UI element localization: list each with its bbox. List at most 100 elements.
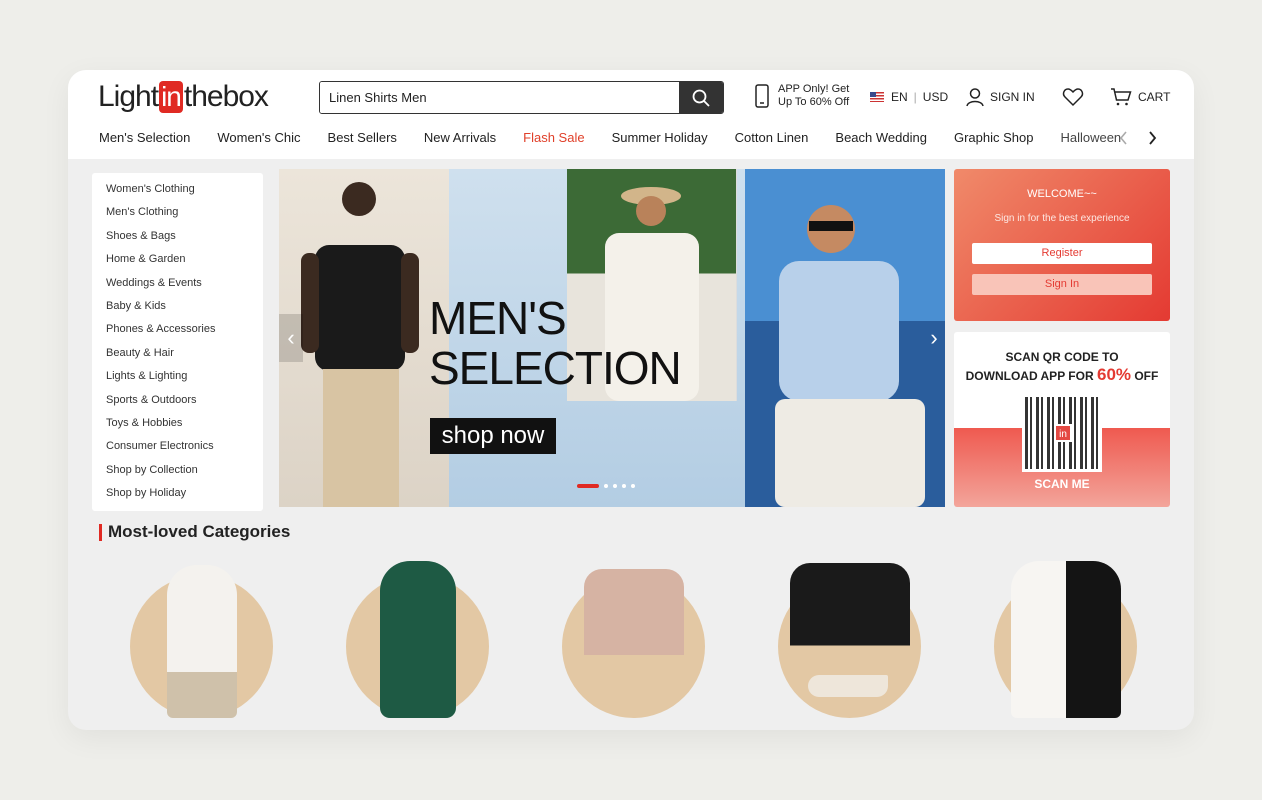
app-promo-line1: APP Only! Get	[778, 83, 850, 95]
sidebar-item-beauty-hair[interactable]: Beauty & Hair	[106, 347, 263, 370]
heart-icon	[1062, 88, 1084, 107]
cart-icon	[1111, 88, 1132, 106]
qr-code-image[interactable]: in	[1022, 394, 1102, 472]
register-button[interactable]: Register	[972, 243, 1152, 264]
chair-image	[583, 569, 684, 701]
model-right-figure	[775, 205, 925, 507]
sidebar-item-shop-by-holiday[interactable]: Shop by Holiday	[106, 487, 263, 510]
sign-in-label: SIGN IN	[990, 90, 1035, 104]
carousel-dot[interactable]	[613, 484, 617, 488]
category-wedding-tile[interactable]	[994, 561, 1137, 718]
us-flag-icon	[870, 92, 884, 102]
search-button[interactable]	[679, 82, 723, 113]
sidebar-item-mens-clothing[interactable]: Men's Clothing	[106, 206, 263, 229]
chevron-right-icon: ›	[930, 325, 938, 350]
search-bar	[319, 81, 724, 114]
divider: |	[913, 90, 917, 104]
welcome-title: WELCOME~~	[1027, 188, 1097, 200]
cart-button[interactable]: CART	[1110, 88, 1170, 106]
nav-scroll-controls	[1118, 130, 1158, 146]
main-nav: Men's Selection Women's Chic Best Seller…	[99, 130, 1148, 145]
phone-icon	[755, 84, 769, 108]
nav-cotton-linen[interactable]: Cotton Linen	[735, 130, 809, 145]
shop-now-button[interactable]: shop now	[430, 418, 556, 454]
sidebar-item-lights-lighting[interactable]: Lights & Lighting	[106, 370, 263, 393]
banner-prev-button[interactable]: ‹	[279, 314, 303, 362]
app-promo-line2: Up To 60% Off	[778, 96, 850, 108]
sidebar-item-baby-kids[interactable]: Baby & Kids	[106, 300, 263, 323]
category-womens-dress-tile[interactable]	[346, 561, 489, 718]
carousel-dot-active[interactable]	[577, 484, 599, 488]
sidebar-item-consumer-electronics[interactable]: Consumer Electronics	[106, 440, 263, 463]
language-currency-selector[interactable]: EN | USD	[870, 90, 948, 104]
model-left-figure	[301, 182, 419, 507]
sidebar-item-shop-by-collection[interactable]: Shop by Collection	[106, 464, 263, 487]
sidebar-item-home-garden[interactable]: Home & Garden	[106, 253, 263, 276]
sidebar-item-womens-clothing[interactable]: Women's Clothing	[106, 183, 263, 206]
search-input[interactable]	[320, 82, 679, 113]
banner-model-left-image	[279, 169, 449, 507]
browser-window: Lightinthebox APP Only! Get Up To 60% Of…	[68, 70, 1194, 730]
carousel-indicators	[577, 484, 635, 488]
banner-title: MEN'S SELECTION	[429, 292, 682, 394]
qr-logo-icon: in	[1054, 424, 1072, 442]
carousel-dot[interactable]	[604, 484, 608, 488]
hero-banner[interactable]: MEN'S SELECTION shop now ‹ ›	[279, 169, 945, 507]
qr-line1: SCAN QR CODE TO	[1005, 350, 1119, 364]
nav-mens-selection[interactable]: Men's Selection	[99, 130, 190, 145]
sign-in-button[interactable]: Sign In	[972, 274, 1152, 295]
chevron-left-icon: ‹	[287, 325, 295, 350]
qr-code-pattern: in	[1025, 397, 1099, 469]
carousel-dot[interactable]	[622, 484, 626, 488]
sidebar-item-phones-accessories[interactable]: Phones & Accessories	[106, 323, 263, 346]
category-sidebar: Women's Clothing Men's Clothing Shoes & …	[92, 173, 263, 511]
chevron-left-icon[interactable]	[1118, 130, 1130, 146]
qr-line2-prefix: DOWNLOAD APP FOR	[965, 369, 1097, 383]
green-dress-image	[379, 561, 456, 718]
nav-graphic-shop[interactable]: Graphic Shop	[954, 130, 1034, 145]
nav-beach-wedding[interactable]: Beach Wedding	[835, 130, 927, 145]
banner-title-line2: SELECTION	[429, 342, 682, 394]
logo-text-in: in	[159, 81, 183, 113]
banner-title-line1: MEN'S	[429, 292, 567, 344]
sidebar-item-shoes-bags[interactable]: Shoes & Bags	[106, 230, 263, 253]
banner-model-right-image	[745, 169, 945, 507]
app-qr-panel: SCAN QR CODE TO DOWNLOAD APP FOR 60% OFF…	[954, 332, 1170, 507]
wishlist-button[interactable]	[1062, 87, 1084, 107]
heading-accent-bar	[99, 523, 102, 541]
language-label: EN	[891, 90, 908, 104]
sign-in-link[interactable]: SIGN IN	[965, 87, 1035, 107]
logo-text-light: Light	[98, 80, 159, 113]
nav-summer-holiday[interactable]: Summer Holiday	[612, 130, 708, 145]
search-icon	[692, 89, 710, 107]
qr-line2: DOWNLOAD APP FOR 60% OFF	[954, 366, 1170, 385]
category-chair-tile[interactable]	[562, 569, 705, 718]
sidebar-item-sports-outdoors[interactable]: Sports & Outdoors	[106, 394, 263, 417]
qr-line2-suffix: OFF	[1131, 369, 1159, 383]
site-logo[interactable]: Light in thebox	[98, 80, 269, 114]
nav-womens-chic[interactable]: Women's Chic	[217, 130, 300, 145]
heels-image	[808, 675, 888, 697]
section-title-text: Most-loved Categories	[108, 522, 291, 541]
carousel-dot[interactable]	[631, 484, 635, 488]
currency-label: USD	[922, 90, 949, 104]
category-bags-shoes-tile[interactable]	[778, 563, 921, 718]
nav-halloween[interactable]: Halloween	[1060, 130, 1121, 145]
user-icon	[966, 88, 984, 107]
chevron-right-icon[interactable]	[1146, 130, 1158, 146]
nav-best-sellers[interactable]: Best Sellers	[328, 130, 397, 145]
welcome-panel: WELCOME~~ Sign in for the best experienc…	[954, 169, 1170, 321]
sidebar-item-toys-hobbies[interactable]: Toys & Hobbies	[106, 417, 263, 440]
category-mens-shirt-tile[interactable]	[130, 565, 273, 718]
app-promo[interactable]: APP Only! Get Up To 60% Off	[754, 83, 849, 109]
qr-headline: SCAN QR CODE TO DOWNLOAD APP FOR 60% OFF	[954, 349, 1170, 385]
scan-me-label: SCAN ME	[1034, 477, 1090, 491]
cart-label: CART	[1138, 90, 1171, 104]
wedding-couple-image	[1010, 561, 1121, 718]
nav-flash-sale[interactable]: Flash Sale	[523, 130, 584, 145]
banner-next-button[interactable]: ›	[922, 314, 945, 362]
nav-new-arrivals[interactable]: New Arrivals	[424, 130, 496, 145]
sidebar-item-weddings-events[interactable]: Weddings & Events	[106, 277, 263, 300]
welcome-subtitle: Sign in for the best experience	[994, 213, 1130, 224]
top-header: Lightinthebox APP Only! Get Up To 60% Of…	[68, 70, 1194, 159]
